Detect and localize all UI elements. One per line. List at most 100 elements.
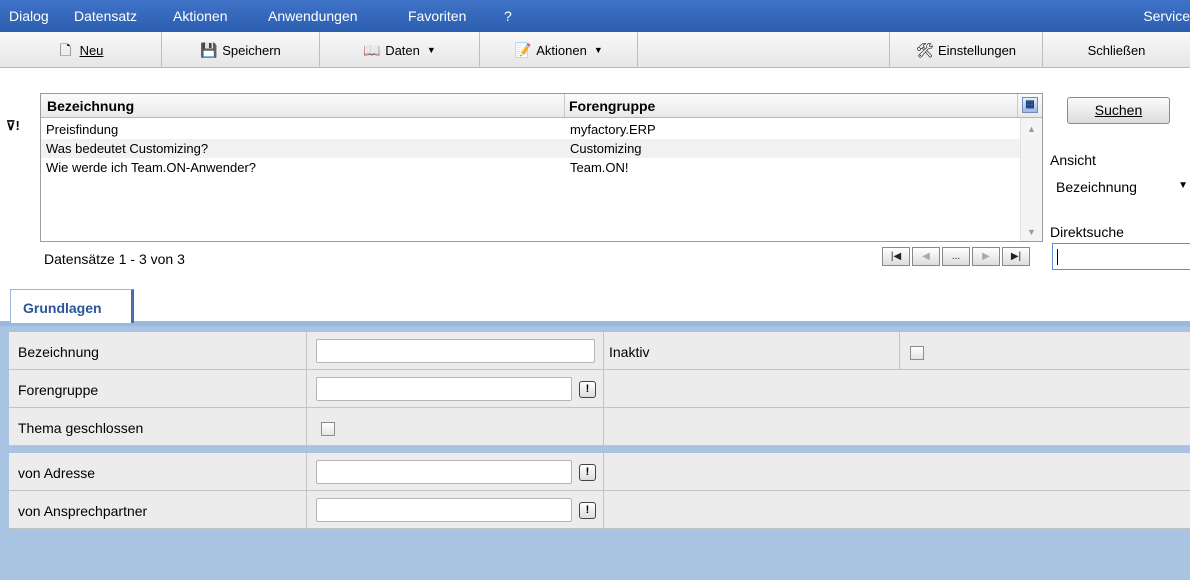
save-button-label: Speichern [222,42,281,58]
actions-menu-label: Aktionen [536,42,587,58]
label-cell: Forengruppe [9,370,307,407]
adresse-label: von Adresse [18,465,96,481]
cell-forengruppe: myfactory.ERP [570,122,656,137]
tab-grundlagen[interactable]: Grundlagen [10,289,134,323]
input-cell [900,332,1190,369]
grid-scrollbar[interactable]: ▲ ▼ [1020,118,1042,241]
input-cell [307,408,604,445]
column-header-bezeichnung[interactable]: Bezeichnung [47,98,134,114]
settings-button-label: Einstellungen [937,42,1017,58]
first-record-button[interactable]: |◀ [882,247,910,266]
ansprech-label: von Ansprechpartner [18,503,148,519]
menu-bar: Dialog Datensatz Aktionen Anwendungen Fa… [0,0,1190,32]
inaktiv-checkbox[interactable] [910,346,924,360]
scroll-up-icon[interactable]: ▲ [1027,124,1036,134]
thema-label: Thema geschlossen [18,420,144,436]
dropdown-arrow-icon[interactable]: ▼ [1178,180,1188,191]
close-button-label: Schließen [1087,42,1146,58]
actions-menu-button[interactable]: 📝 Aktionen ▼ [480,32,638,68]
toolbar: 🗋 Neu 💾 Speichern 📖 Daten ▼ 📝 Aktionen ▼… [0,32,1190,68]
column-header-forengruppe[interactable]: Forengruppe [569,98,655,114]
data-menu-button[interactable]: 📖 Daten ▼ [320,32,480,68]
ansprech-field[interactable] [316,498,572,522]
dropdown-caret-icon: ▼ [593,45,603,55]
menu-help[interactable]: ? [504,8,512,24]
text-cursor [1057,249,1058,265]
cell-forengruppe: Customizing [570,141,642,156]
table-row[interactable]: Preisfindung myfactory.ERP [41,120,1021,139]
adresse-field[interactable] [316,460,572,484]
search-button[interactable]: Suchen [1067,97,1170,124]
dropdown-caret-icon: ▼ [426,45,436,55]
forengruppe-label: Forengruppe [18,382,99,398]
results-grid: Bezeichnung Forengruppe ▦ Preisfindung m… [40,93,1043,242]
toolbar-spacer [638,32,890,68]
forengruppe-field[interactable] [316,377,572,401]
book-icon: 📖 [363,42,381,58]
adresse-picker-button[interactable]: ! [579,464,596,481]
form-row-ansprechpartner: von Ansprechpartner ! [9,491,1190,529]
table-row[interactable]: Wie werde ich Team.ON-Anwender? Team.ON! [41,158,1021,177]
new-button-label: Neu [79,42,104,58]
grid-header: Bezeichnung Forengruppe ▦ [41,94,1042,118]
search-button-label: Suchen [1094,102,1143,118]
previous-record-button[interactable]: ◀ [912,247,940,266]
menu-anwendungen[interactable]: Anwendungen [268,8,358,24]
filter-icon[interactable]: ⊽! [6,118,20,134]
cell-forengruppe: Team.ON! [570,160,629,175]
close-button[interactable]: Schließen [1043,32,1190,68]
label-cell: Thema geschlossen [9,408,307,445]
inaktiv-label: Inaktiv [609,344,650,360]
ansprech-picker-button[interactable]: ! [579,502,596,519]
menu-datensatz[interactable]: Datensatz [74,8,137,24]
column-chooser-icon[interactable]: ▦ [1022,97,1038,113]
tab-underline [0,321,1190,326]
column-separator[interactable] [564,94,565,117]
settings-button[interactable]: 🛠 Einstellungen [890,32,1043,68]
direct-search-input[interactable] [1052,243,1190,270]
tab-strip [0,285,1190,322]
cell-bezeichnung: Wie werde ich Team.ON-Anwender? [46,160,257,175]
form-row-adresse: von Adresse ! [9,453,1190,491]
next-record-button[interactable]: ▶ [972,247,1000,266]
input-cell: ! [307,370,604,407]
label-cell: von Ansprechpartner [9,491,307,528]
column-separator[interactable] [1017,94,1018,117]
view-select-value: Bezeichnung [1056,179,1137,195]
document-icon: 🗋 [59,42,72,58]
form-row-bezeichnung: Bezeichnung Inaktiv [9,332,1190,370]
input-cell [307,332,604,369]
label-cell: von Adresse [9,453,307,490]
save-button[interactable]: 💾 Speichern [162,32,320,68]
form-row-thema: Thema geschlossen [9,408,1190,446]
data-menu-label: Daten [385,42,420,58]
bezeichnung-field[interactable] [316,339,595,363]
view-select[interactable]: Bezeichnung ▼ [1050,172,1190,200]
tools-icon: 🛠 [915,42,934,58]
last-record-button[interactable]: ▶| [1002,247,1030,266]
cell-bezeichnung: Preisfindung [46,122,119,137]
cell-bezeichnung: Was bedeutet Customizing? [46,141,209,156]
checklist-icon: 📝 [514,42,532,58]
direct-search-label: Direktsuche [1050,224,1124,240]
input-cell: ! [307,453,604,490]
record-count: Datensätze 1 - 3 von 3 [44,251,185,267]
input-cell: ! [307,491,604,528]
scroll-down-icon[interactable]: ▼ [1027,227,1036,237]
new-button[interactable]: 🗋 Neu [0,32,162,68]
view-label: Ansicht [1050,152,1096,168]
more-records-button[interactable]: ... [942,247,970,266]
bezeichnung-label: Bezeichnung [18,344,99,360]
thema-checkbox[interactable] [321,422,335,436]
menu-aktionen[interactable]: Aktionen [173,8,227,24]
forengruppe-picker-button[interactable]: ! [579,381,596,398]
label-cell: Bezeichnung [9,332,307,369]
menu-favoriten[interactable]: Favoriten [408,8,466,24]
table-row[interactable]: Was bedeutet Customizing? Customizing [41,139,1021,158]
form-row-forengruppe: Forengruppe ! [9,370,1190,408]
menu-dialog[interactable]: Dialog [9,8,49,24]
label-cell: Inaktiv [604,332,900,369]
tab-label: Grundlagen [23,300,102,316]
floppy-disk-icon: 💾 [200,42,218,58]
window-title: Service [1143,8,1190,24]
